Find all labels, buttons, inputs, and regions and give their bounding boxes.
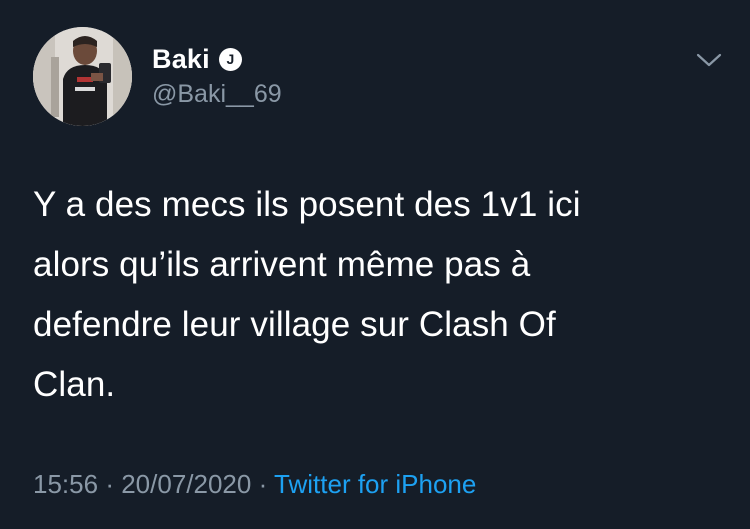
tweet-source-link[interactable]: Twitter for iPhone: [274, 469, 476, 499]
tweet-time[interactable]: 15:56: [33, 469, 98, 499]
chevron-down-icon-svg: [696, 53, 722, 67]
avatar-image: [33, 27, 132, 126]
tweet-meta: 15:56 · 20/07/2020 · Twitter for iPhone: [33, 469, 476, 500]
user-handle[interactable]: @Baki__69: [152, 80, 282, 109]
avatar[interactable]: [33, 27, 132, 126]
verified-badge-icon: J: [218, 47, 242, 71]
meta-separator: ·: [105, 469, 121, 499]
tweet-card: Baki J @Baki__69 Y a des mecs ils posent…: [0, 0, 750, 529]
separator-dot-2: ·: [258, 469, 268, 499]
separator-dot: ·: [105, 469, 114, 499]
tweet-date[interactable]: 20/07/2020: [121, 469, 251, 499]
display-name[interactable]: Baki: [152, 44, 210, 75]
verified-badge-letter: J: [226, 51, 235, 67]
chevron-down-icon[interactable]: [694, 48, 724, 72]
tweet-text: Y a des mecs ils posent des 1v1 ici alor…: [33, 185, 581, 404]
display-name-row[interactable]: Baki J: [152, 42, 242, 76]
meta-separator-2: ·: [259, 469, 274, 499]
